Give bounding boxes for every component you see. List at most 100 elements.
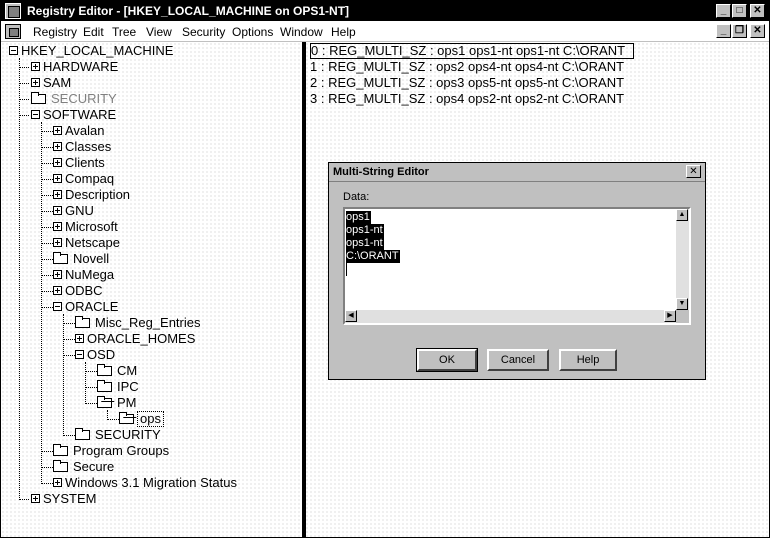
folder-icon — [53, 252, 68, 264]
expand-toggle[interactable] — [53, 174, 62, 183]
data-line: C:\ORANT — [346, 250, 400, 263]
expand-toggle[interactable] — [31, 78, 40, 87]
tree-connector — [41, 122, 42, 484]
doc-close-button[interactable]: ✕ — [750, 24, 765, 38]
ok-button[interactable]: OK — [416, 348, 478, 372]
tree-branch — [41, 131, 53, 132]
scroll-right-button[interactable]: ▶ — [664, 310, 676, 322]
menu-tree[interactable]: Tree — [112, 25, 136, 39]
open-folder-icon — [97, 396, 112, 408]
maximize-button[interactable]: □ — [732, 4, 747, 18]
scroll-down-button[interactable]: ▼ — [676, 298, 688, 310]
value-row[interactable]: 0 : REG_MULTI_SZ : ops1 ops1-nt ops1-nt … — [310, 43, 635, 59]
folder-icon — [53, 444, 68, 456]
tree-branch — [41, 467, 53, 468]
expand-toggle[interactable] — [53, 238, 62, 247]
scroll-left-button[interactable]: ◀ — [345, 310, 357, 322]
menu-security[interactable]: Security — [182, 25, 225, 39]
open-folder-icon — [119, 412, 134, 424]
multi-string-editor-dialog: Multi-String Editor ✕ Data: ops1 ops1-nt… — [328, 162, 706, 380]
tree-branch — [41, 179, 53, 180]
collapse-toggle[interactable] — [31, 110, 40, 119]
vertical-scrollbar[interactable]: ▲ ▼ — [676, 209, 689, 310]
horizontal-scrollbar[interactable]: ◀ ▶ — [345, 310, 676, 323]
tree-branch — [85, 387, 97, 388]
menu-options[interactable]: Options — [232, 25, 273, 39]
tree-branch — [19, 83, 29, 84]
tree-branch — [63, 339, 75, 340]
menu-edit[interactable]: Edit — [83, 25, 104, 39]
dialog-title-bar[interactable]: Multi-String Editor ✕ — [329, 163, 705, 182]
menu-registry[interactable]: Registry — [33, 25, 77, 39]
expand-toggle[interactable] — [53, 270, 62, 279]
expand-toggle[interactable] — [53, 158, 62, 167]
tree-branch — [19, 115, 29, 116]
value-row[interactable]: 2 : REG_MULTI_SZ : ops3 ops5-nt ops5-nt … — [310, 75, 624, 91]
minimize-button[interactable]: _ — [716, 4, 731, 18]
folder-icon — [53, 460, 68, 472]
tree-branch — [41, 147, 53, 148]
tree-pane[interactable]: HKEY_LOCAL_MACHINE HARDWARE SAM SECURITY… — [1, 42, 301, 537]
data-label: Data: — [343, 191, 370, 203]
window-title: Registry Editor - [HKEY_LOCAL_MACHINE on… — [27, 4, 350, 18]
collapse-toggle[interactable] — [9, 46, 18, 55]
tree-branch — [19, 99, 29, 100]
tree-connector — [19, 58, 20, 500]
tree-branch — [63, 355, 75, 356]
doc-minimize-button[interactable]: _ — [716, 24, 731, 38]
tree-branch — [41, 243, 53, 244]
tree-connector — [85, 362, 86, 404]
menu-view[interactable]: View — [146, 25, 172, 39]
dialog-close-button[interactable]: ✕ — [686, 165, 701, 178]
tree-branch — [41, 451, 53, 452]
expand-toggle[interactable] — [53, 478, 62, 487]
folder-icon — [97, 364, 112, 376]
data-line: ops1-nt — [346, 224, 384, 237]
tree-branch — [19, 499, 29, 500]
doc-restore-button[interactable]: ❐ — [732, 24, 747, 38]
menu-help[interactable]: Help — [331, 25, 356, 39]
value-row[interactable]: 3 : REG_MULTI_SZ : ops4 ops2-nt ops2-nt … — [310, 91, 624, 107]
expand-toggle[interactable] — [53, 190, 62, 199]
tree-branch — [107, 419, 119, 420]
help-button[interactable]: Help — [559, 349, 617, 371]
tree-branch — [63, 323, 75, 324]
data-text: ops1 ops1-nt ops1-nt C:\ORANT — [346, 211, 400, 276]
title-bar[interactable]: Registry Editor - [HKEY_LOCAL_MACHINE on… — [1, 1, 769, 21]
collapse-toggle[interactable] — [75, 350, 84, 359]
tree-branch — [41, 259, 53, 260]
expand-toggle[interactable] — [31, 62, 40, 71]
text-caret — [346, 263, 347, 276]
tree-branch — [41, 483, 53, 484]
expand-toggle[interactable] — [31, 494, 40, 503]
dialog-title: Multi-String Editor — [333, 166, 429, 178]
tree-branch — [41, 195, 53, 196]
collapse-toggle[interactable] — [53, 302, 62, 311]
tree-branch — [41, 307, 53, 308]
tree-branch — [41, 291, 53, 292]
folder-icon — [75, 316, 90, 328]
tree-branch — [85, 403, 97, 404]
tree-branch — [41, 275, 53, 276]
menu-window[interactable]: Window — [280, 25, 323, 39]
registry-editor-window: Registry Editor - [HKEY_LOCAL_MACHINE on… — [0, 0, 770, 538]
size-grip[interactable] — [676, 310, 689, 323]
folder-icon — [31, 92, 46, 104]
expand-toggle[interactable] — [53, 142, 62, 151]
expand-toggle[interactable] — [53, 222, 62, 231]
cancel-button[interactable]: Cancel — [487, 349, 549, 371]
document-control-icon[interactable] — [5, 24, 21, 39]
data-textarea[interactable]: ops1 ops1-nt ops1-nt C:\ORANT ▲ ▼ ◀ ▶ — [343, 207, 691, 325]
tree-branch — [41, 211, 53, 212]
expand-toggle[interactable] — [53, 286, 62, 295]
scroll-up-button[interactable]: ▲ — [676, 209, 688, 221]
expand-toggle[interactable] — [53, 126, 62, 135]
tree-branch — [41, 163, 53, 164]
close-button[interactable]: ✕ — [750, 4, 765, 18]
tree-branch — [19, 67, 29, 68]
value-row[interactable]: 1 : REG_MULTI_SZ : ops2 ops4-nt ops4-nt … — [310, 59, 624, 75]
data-line: ops1-nt — [346, 237, 384, 250]
expand-toggle[interactable] — [53, 206, 62, 215]
expand-toggle[interactable] — [75, 334, 84, 343]
registry-app-icon[interactable] — [5, 3, 21, 19]
